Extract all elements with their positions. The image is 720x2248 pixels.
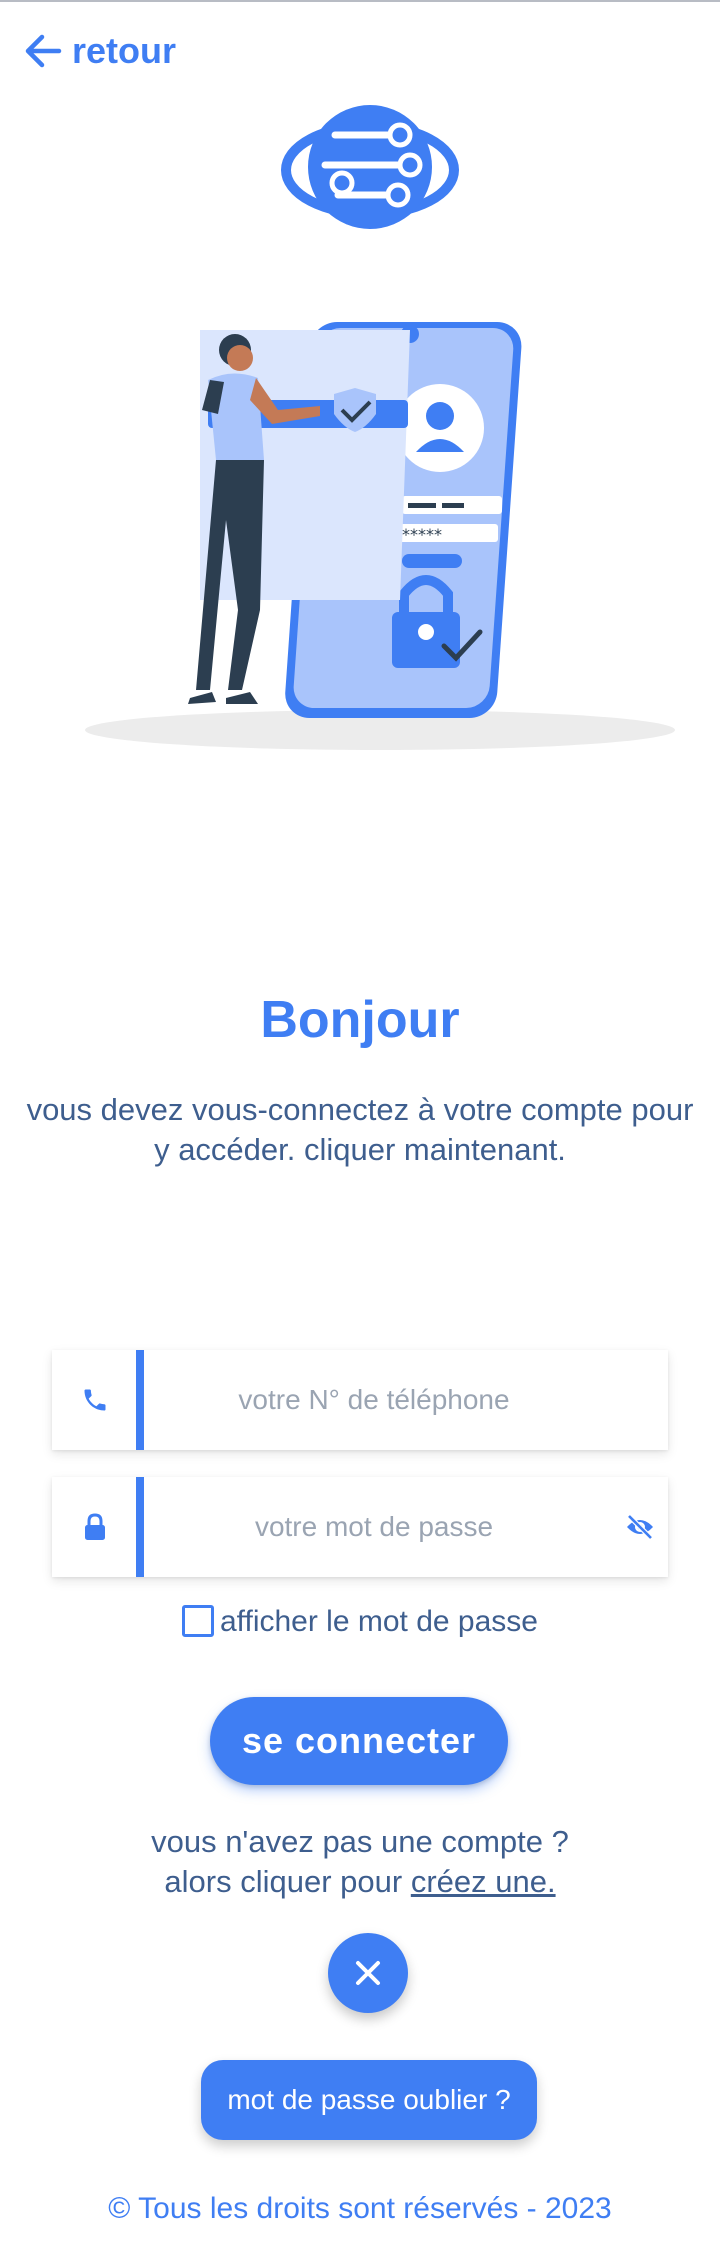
eye-off-icon: [627, 1514, 653, 1540]
lock-icon-box: [52, 1477, 137, 1577]
show-password-label[interactable]: afficher le mot de passe: [220, 1607, 538, 1637]
footer-copyright: © Tous les droits sont réservés - 2023: [108, 2192, 612, 2225]
phone-icon-box: [52, 1350, 137, 1450]
phone-field: [52, 1350, 668, 1450]
forgot-password-button[interactable]: mot de passe oublier ?: [201, 2060, 537, 2140]
signup-line-2: alors cliquer pour créez une.: [0, 1862, 720, 1902]
lock-icon: [84, 1513, 105, 1540]
arrow-left-icon: [25, 34, 62, 68]
close-button[interactable]: [328, 1933, 408, 2013]
login-button[interactable]: se connecter: [210, 1697, 508, 1785]
create-account-link[interactable]: créez une.: [411, 1864, 556, 1899]
show-password-checkbox[interactable]: [182, 1605, 214, 1637]
toggle-password-visibility[interactable]: [620, 1507, 660, 1547]
show-password-row: afficher le mot de passe: [182, 1605, 538, 1637]
svg-text:*****: *****: [402, 525, 442, 544]
password-input[interactable]: [144, 1477, 604, 1577]
phone-field-accent: [136, 1350, 144, 1450]
back-button[interactable]: retour: [24, 30, 176, 72]
password-field: [52, 1477, 668, 1577]
top-divider: [0, 0, 720, 2]
subtitle-line-1: vous devez vous-connectez à votre compte…: [26, 1092, 694, 1127]
signup-prompt: vous n'avez pas une compte ? alors cliqu…: [0, 1822, 720, 1902]
page-title: Bonjour: [260, 991, 460, 1049]
app-logo: [281, 105, 459, 229]
close-icon: [356, 1961, 380, 1985]
page-subtitle: vous devez vous-connectez à votre compte…: [0, 1090, 720, 1170]
signup-line-2-prefix: alors cliquer pour: [164, 1864, 411, 1899]
phone-input[interactable]: [144, 1350, 604, 1450]
password-field-accent: [136, 1477, 144, 1577]
signup-line-1: vous n'avez pas une compte ?: [151, 1824, 569, 1859]
back-label: retour: [72, 30, 177, 71]
phone-icon: [84, 1389, 105, 1411]
login-illustration: *****: [85, 322, 675, 750]
subtitle-line-2: y accéder. cliquer maintenant.: [154, 1132, 566, 1167]
